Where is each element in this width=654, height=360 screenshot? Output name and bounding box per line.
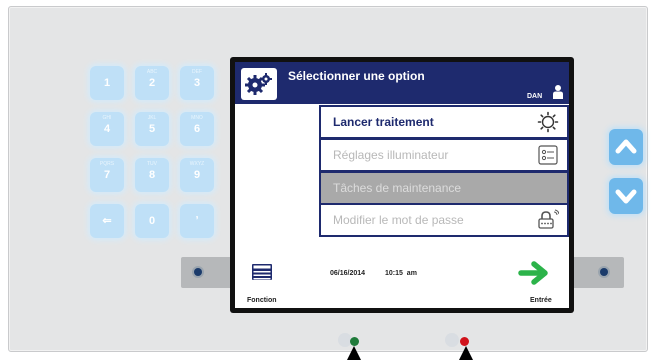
gear-icon	[241, 68, 277, 100]
status-led-green	[350, 337, 359, 346]
menu-item-label: Lancer traitement	[333, 115, 434, 129]
user-name: DAN	[527, 93, 543, 100]
key-label: ⇐	[102, 215, 112, 227]
key-label: 1	[103, 77, 111, 89]
display: Sélectionner une option DAN Lancer trait…	[235, 62, 569, 308]
settings-sliders-icon	[538, 145, 558, 165]
key-label: ʼ	[195, 215, 199, 227]
left-softkey-strip	[181, 257, 233, 288]
key-label: 0	[148, 215, 156, 227]
menu-item-taches-maintenance[interactable]: Tâches de maintenance	[321, 173, 567, 203]
screen-title: Sélectionner une option	[288, 69, 425, 83]
key-label: 8	[148, 169, 156, 181]
sun-icon	[537, 111, 559, 133]
key-2[interactable]: ABC 2	[135, 66, 169, 100]
key-letters: WXYZ	[189, 161, 205, 167]
menu-item-modifier-mot-de-passe[interactable]: Modifier le mot de passe	[321, 205, 567, 235]
key-8[interactable]: TUV 8	[135, 158, 169, 192]
arrow-right-icon[interactable]	[518, 261, 552, 285]
key-letters: DEF	[192, 69, 202, 75]
key-9[interactable]: WXYZ 9	[180, 158, 214, 192]
status-led-right-ring	[445, 333, 459, 347]
key-3[interactable]: DEF 3	[180, 66, 214, 100]
title-bar: Sélectionner une option DAN	[235, 62, 569, 104]
callout-pointer-left	[347, 346, 361, 360]
key-1[interactable]: 1	[90, 66, 124, 100]
key-letters: TUV	[147, 161, 157, 167]
key-label: 4	[103, 123, 111, 135]
key-letters: PQRS	[99, 161, 115, 167]
key-label: 6	[193, 123, 201, 135]
menu-item-reglages-illuminateur[interactable]: Réglages illuminateur	[321, 140, 567, 170]
menu-item-label: Réglages illuminateur	[333, 148, 449, 162]
key-6[interactable]: MNO 6	[180, 112, 214, 146]
key-label: 9	[193, 169, 201, 181]
down-arrow-button[interactable]	[609, 178, 643, 214]
key-label: 7	[103, 169, 111, 181]
fonction-label: Fonction	[247, 297, 277, 304]
key-letters: MNO	[191, 115, 203, 121]
chevron-up-icon	[615, 139, 637, 154]
key-label: 2	[148, 77, 156, 89]
key-letters: JKL	[147, 115, 157, 121]
key-letters: ABC	[146, 69, 158, 75]
right-softkey-strip	[572, 257, 624, 288]
status-led-red	[460, 337, 469, 346]
menu-item-label: Tâches de maintenance	[333, 181, 462, 195]
chevron-down-icon	[615, 189, 637, 204]
menu-item-lancer-traitement[interactable]: Lancer traitement	[321, 107, 567, 137]
key-tab[interactable]: ʼ	[180, 204, 214, 238]
function-icon[interactable]	[251, 263, 273, 283]
up-arrow-button[interactable]	[609, 129, 643, 165]
menu-item-label: Modifier le mot de passe	[333, 213, 464, 227]
callout-pointer-right	[459, 346, 473, 360]
key-0[interactable]: 0	[135, 204, 169, 238]
time-text: 10:15 am	[384, 270, 417, 277]
key-4[interactable]: GHI 4	[90, 112, 124, 146]
options-menu: Lancer traitement Réglages illuminateur	[319, 105, 569, 237]
right-softkey-button[interactable]	[600, 268, 608, 276]
key-5[interactable]: JKL 5	[135, 112, 169, 146]
key-letters: GHI	[102, 115, 112, 121]
key-label: 3	[193, 77, 201, 89]
lock-icon	[538, 209, 559, 229]
date-text: 06/16/2014	[330, 270, 366, 277]
key-backspace[interactable]: ⇐	[90, 204, 124, 238]
user-icon	[553, 85, 563, 99]
left-softkey-button[interactable]	[194, 268, 202, 276]
key-label: 5	[148, 123, 156, 135]
key-7[interactable]: PQRS 7	[90, 158, 124, 192]
entree-label: Entrée	[530, 297, 552, 304]
date-time: 06/16/2014 10:15 am	[330, 270, 417, 277]
